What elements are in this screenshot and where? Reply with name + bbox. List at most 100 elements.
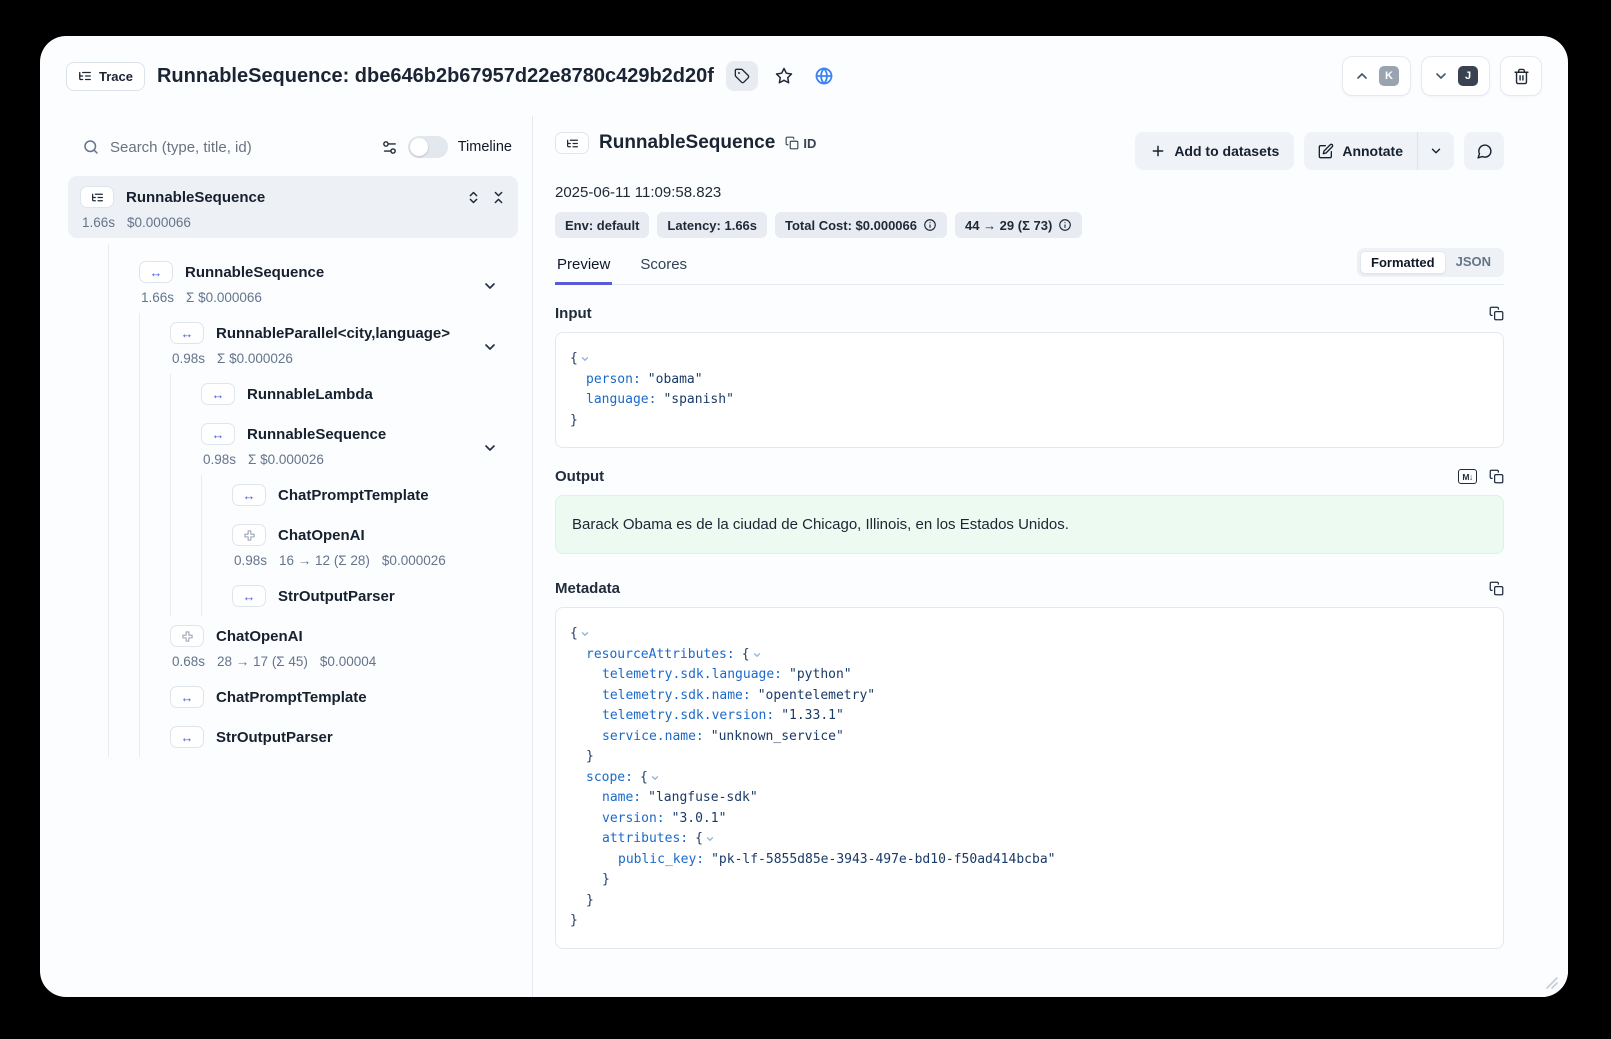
span-pill-badge: ↔ <box>232 585 266 607</box>
tree-item-chatprompttemplate-outer[interactable]: ↔ ChatPromptTemplate <box>140 677 532 717</box>
tree-node-label: RunnableSequence <box>185 264 324 281</box>
json-string-value: "spanish" <box>663 390 733 411</box>
json-string-value: "python" <box>789 665 852 686</box>
json-key: telemetry.sdk.version: <box>602 706 774 727</box>
collapse-chevron-icon[interactable] <box>580 629 590 639</box>
bookmark-star-button[interactable] <box>770 62 798 90</box>
json-key: public_key: <box>618 850 704 871</box>
chevron-down-icon[interactable] <box>482 278 498 294</box>
generation-sparkle-icon <box>181 630 194 643</box>
span-arrow-icon: ↔ <box>150 266 163 279</box>
json-string-value: "obama" <box>648 370 703 391</box>
span-arrow-icon: ↔ <box>181 731 194 744</box>
chevron-down-icon[interactable] <box>482 440 498 456</box>
tree-root-item[interactable]: RunnableSequence 1.66s $0.000066 <box>68 176 518 238</box>
tree-item-runnablelambda[interactable]: ↔ RunnableLambda <box>171 374 532 414</box>
span-pill-badge: ↔ <box>139 261 173 283</box>
collapse-chevron-icon[interactable] <box>752 650 762 660</box>
search-icon <box>82 138 100 156</box>
comment-bubble-icon <box>1476 143 1493 160</box>
titlebar: Trace RunnableSequence: dbe646b2b67957d2… <box>40 36 1568 116</box>
collapse-chevron-icon[interactable] <box>705 834 715 844</box>
annotate-split-button: Annotate <box>1304 132 1454 170</box>
view-formatted-option[interactable]: Formatted <box>1360 251 1446 274</box>
annotate-menu-chevron[interactable] <box>1417 132 1454 170</box>
span-arrow-icon: ↔ <box>212 428 225 441</box>
tab-preview[interactable]: Preview <box>555 248 612 285</box>
trace-pill-badge <box>80 186 114 208</box>
input-section-title: Input <box>555 305 592 322</box>
public-share-button[interactable] <box>810 62 838 90</box>
json-key: service.name: <box>602 727 704 748</box>
duration-value: 1.66s <box>82 215 115 230</box>
cost-value: $0.000026 <box>382 553 446 568</box>
collapse-chevron-icon[interactable] <box>650 773 660 783</box>
copy-metadata-button[interactable] <box>1489 581 1504 596</box>
tree-item-runnablesequence[interactable]: ↔ RunnableSequence 1.66s Σ $0.000066 <box>109 252 532 313</box>
annotate-button[interactable]: Annotate <box>1304 132 1417 170</box>
json-string-value: "3.0.1" <box>672 809 727 830</box>
tree-item-runnableparallel[interactable]: ↔ RunnableParallel<city,language> 0.98s … <box>140 313 532 374</box>
copy-input-button[interactable] <box>1489 306 1504 321</box>
tags-button[interactable] <box>726 61 758 91</box>
list-tree-icon <box>78 69 92 83</box>
add-to-datasets-button[interactable]: Add to datasets <box>1135 132 1294 170</box>
tree-node-label: RunnableSequence <box>126 189 265 206</box>
env-badge: Env: default <box>555 212 649 238</box>
next-trace-button[interactable]: J <box>1421 56 1490 96</box>
comments-button[interactable] <box>1464 132 1504 170</box>
tree-item-stroutputparser[interactable]: ↔ StrOutputParser <box>202 576 532 616</box>
copy-id-button[interactable]: ID <box>785 136 816 151</box>
page-title: RunnableSequence: dbe646b2b67957d22e8780… <box>157 65 714 88</box>
span-pill-badge: ↔ <box>201 383 235 405</box>
trace-tree-sidebar: Timeline RunnableSequence <box>40 116 533 997</box>
search-input[interactable] <box>110 139 371 156</box>
total-cost-badge: Total Cost: $0.000066 <box>775 212 947 238</box>
trace-type-badge: Trace <box>66 62 145 91</box>
copy-output-button[interactable] <box>1489 469 1504 484</box>
tree-node-label: RunnableSequence <box>247 426 386 443</box>
expand-all-icon[interactable] <box>466 190 481 205</box>
span-pill-badge: ↔ <box>170 726 204 748</box>
tree-item-chatopenai-outer[interactable]: ChatOpenAI 0.68s 28 → 17 (Σ 45) $0.00004 <box>140 616 532 677</box>
duration-value: 0.98s <box>234 553 267 568</box>
span-pill-badge: ↔ <box>201 423 235 445</box>
chevron-down-icon[interactable] <box>482 339 498 355</box>
plus-icon <box>1150 143 1166 159</box>
collapse-chevron-icon[interactable] <box>580 354 590 364</box>
add-to-datasets-label: Add to datasets <box>1174 143 1279 159</box>
info-icon <box>923 218 937 232</box>
trash-icon <box>1513 68 1530 85</box>
copy-icon <box>1489 581 1504 596</box>
markdown-icon: M↓ <box>1458 469 1477 484</box>
delete-trace-button[interactable] <box>1500 56 1542 96</box>
resize-handle-icon[interactable] <box>1546 977 1558 989</box>
markdown-toggle-button[interactable]: M↓ <box>1458 469 1477 484</box>
pencil-square-icon <box>1318 143 1334 159</box>
tree-item-stroutputparser-outer[interactable]: ↔ StrOutputParser <box>140 717 532 757</box>
timeline-toggle[interactable] <box>408 136 448 158</box>
keycap-k: K <box>1379 66 1399 86</box>
globe-icon <box>815 67 833 85</box>
tree-item-chatprompttemplate[interactable]: ↔ ChatPromptTemplate <box>202 475 532 515</box>
tab-scores[interactable]: Scores <box>638 248 689 284</box>
tree-node-label: ChatPromptTemplate <box>278 487 429 504</box>
list-tree-icon <box>91 191 104 204</box>
collapse-all-icon[interactable] <box>491 190 506 205</box>
tree-item-chatopenai[interactable]: ChatOpenAI 0.98s 16 → 12 (Σ 28) $0.00002… <box>202 515 532 576</box>
span-arrow-icon: ↔ <box>181 691 194 704</box>
json-key: person: <box>586 370 641 391</box>
timeline-label: Timeline <box>458 139 512 155</box>
span-pill-badge: ↔ <box>170 686 204 708</box>
info-icon <box>1058 218 1072 232</box>
view-json-option[interactable]: JSON <box>1446 251 1501 274</box>
duration-value: 0.98s <box>203 452 236 467</box>
filter-sliders-icon[interactable] <box>381 139 398 156</box>
prev-trace-button[interactable]: K <box>1342 56 1411 96</box>
app-window: Trace RunnableSequence: dbe646b2b67957d2… <box>40 36 1568 997</box>
tree-item-runnablesequence-inner[interactable]: ↔ RunnableSequence 0.98s Σ $0.000026 <box>171 414 532 475</box>
chevron-up-icon <box>1354 68 1370 84</box>
output-section-title: Output <box>555 468 604 485</box>
cost-value: Σ $0.000026 <box>217 351 293 366</box>
observation-detail-panel: RunnableSequence ID Add to datasets <box>533 116 1568 997</box>
